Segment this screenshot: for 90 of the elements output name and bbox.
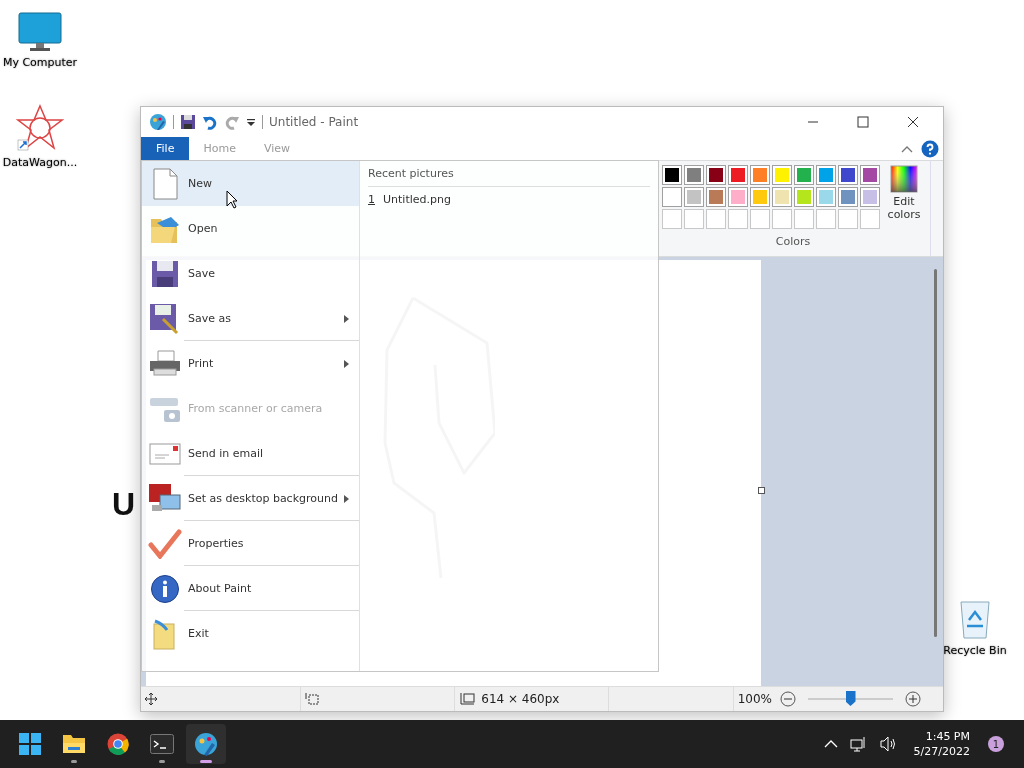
terminal-icon — [150, 734, 174, 754]
color-swatch[interactable] — [838, 165, 858, 185]
menu-item[interactable]: Print — [142, 341, 359, 386]
clock-date[interactable]: 5/27/2022 — [913, 744, 970, 759]
edit-colors-button[interactable]: Edit colors — [884, 165, 924, 229]
notification-badge[interactable]: 1 — [988, 736, 1004, 752]
window-title: Untitled - Paint — [269, 115, 359, 129]
desktop-icon-label[interactable]: DataWagon... — [2, 156, 78, 169]
collapse-ribbon-icon[interactable] — [901, 144, 913, 153]
maximize-icon[interactable] — [857, 116, 869, 128]
color-swatch[interactable] — [728, 187, 748, 207]
zoom-out-icon[interactable] — [780, 691, 796, 707]
empty-color-slot[interactable] — [706, 209, 726, 229]
zoom-level-text: 100% — [737, 692, 772, 706]
running-indicator — [71, 760, 77, 763]
taskbar-app-button[interactable] — [186, 724, 226, 764]
zoom-in-icon[interactable] — [905, 691, 921, 707]
color-swatch[interactable] — [860, 165, 880, 185]
empty-color-slot[interactable] — [816, 209, 836, 229]
mouse-pointer-icon — [226, 190, 238, 209]
empty-color-slot[interactable] — [750, 209, 770, 229]
canvas-size-icon — [459, 692, 476, 706]
running-indicator — [200, 760, 212, 763]
slider-thumb[interactable] — [845, 691, 856, 706]
color-swatch[interactable] — [816, 165, 836, 185]
color-swatch[interactable] — [684, 187, 704, 207]
color-swatch[interactable] — [662, 165, 682, 185]
color-swatch[interactable] — [838, 187, 858, 207]
resize-handle[interactable] — [758, 487, 765, 494]
color-swatch[interactable] — [706, 187, 726, 207]
undo-icon[interactable] — [202, 114, 218, 130]
group-label: Colors — [775, 235, 811, 248]
scrollbar[interactable] — [934, 269, 937, 637]
submenu-arrow-icon — [344, 359, 349, 368]
color-swatch[interactable] — [750, 187, 770, 207]
running-indicator — [159, 760, 165, 763]
color-swatch[interactable] — [750, 165, 770, 185]
volume-icon[interactable] — [879, 736, 898, 752]
empty-color-slot[interactable] — [662, 209, 682, 229]
selection-size-icon — [305, 692, 320, 706]
save-icon[interactable] — [180, 114, 196, 130]
palette-icon — [194, 732, 218, 756]
color-swatch[interactable] — [794, 165, 814, 185]
monitor-icon[interactable] — [18, 12, 62, 52]
canvas-size-text: 614 × 460px — [481, 692, 560, 706]
menu-item[interactable]: Exit — [142, 611, 359, 656]
color-swatch[interactable] — [794, 187, 814, 207]
submenu-arrow-icon — [344, 314, 349, 323]
printer-icon — [148, 348, 182, 379]
desktop-icon-label[interactable]: My Computer — [2, 56, 78, 69]
submenu-arrow-icon — [344, 494, 349, 503]
move-cursor-icon — [145, 693, 157, 705]
rainbow-icon — [890, 165, 918, 193]
menu-item[interactable]: Open — [142, 206, 359, 251]
desktop-text: U — [112, 486, 136, 523]
palette-icon — [149, 113, 167, 131]
color-swatch[interactable] — [772, 187, 792, 207]
color-swatch[interactable] — [728, 165, 748, 185]
help-icon[interactable] — [921, 139, 939, 158]
empty-color-slot[interactable] — [728, 209, 748, 229]
color-swatch[interactable] — [684, 165, 704, 185]
empty-color-slot[interactable] — [860, 209, 880, 229]
recent-file-item[interactable]: 1 Untitled.png — [368, 187, 451, 212]
color-swatch[interactable] — [772, 165, 792, 185]
color-swatch[interactable] — [860, 187, 880, 207]
info-icon — [148, 573, 182, 604]
empty-color-slot[interactable] — [772, 209, 792, 229]
network-icon[interactable] — [849, 736, 868, 752]
star-pattern-icon[interactable] — [16, 104, 64, 152]
menu-item[interactable]: New — [142, 161, 359, 206]
chevron-up-icon[interactable] — [823, 739, 838, 749]
folder-icon — [62, 733, 86, 755]
color-swatch[interactable] — [816, 187, 836, 207]
dropdown-icon[interactable] — [246, 117, 256, 127]
close-icon[interactable] — [907, 116, 919, 128]
desktop-icon-label[interactable]: Recycle Bin — [943, 644, 1007, 657]
menu-item[interactable]: Save — [142, 251, 359, 296]
envelope-icon — [148, 442, 182, 465]
empty-color-slot[interactable] — [684, 209, 704, 229]
clock-time[interactable]: 1:45 PM — [925, 729, 970, 744]
browser-icon — [107, 733, 129, 755]
windows-logo-icon — [19, 733, 41, 755]
check-mark-icon — [148, 528, 182, 559]
empty-color-slot[interactable] — [794, 209, 814, 229]
empty-color-slot[interactable] — [838, 209, 858, 229]
redo-icon[interactable] — [224, 114, 240, 130]
ribbon-tab[interactable]: File — [141, 137, 190, 160]
recent-pictures-heading: Recent pictures — [368, 167, 650, 187]
color-swatch[interactable] — [662, 187, 682, 207]
color-swatch[interactable] — [706, 165, 726, 185]
